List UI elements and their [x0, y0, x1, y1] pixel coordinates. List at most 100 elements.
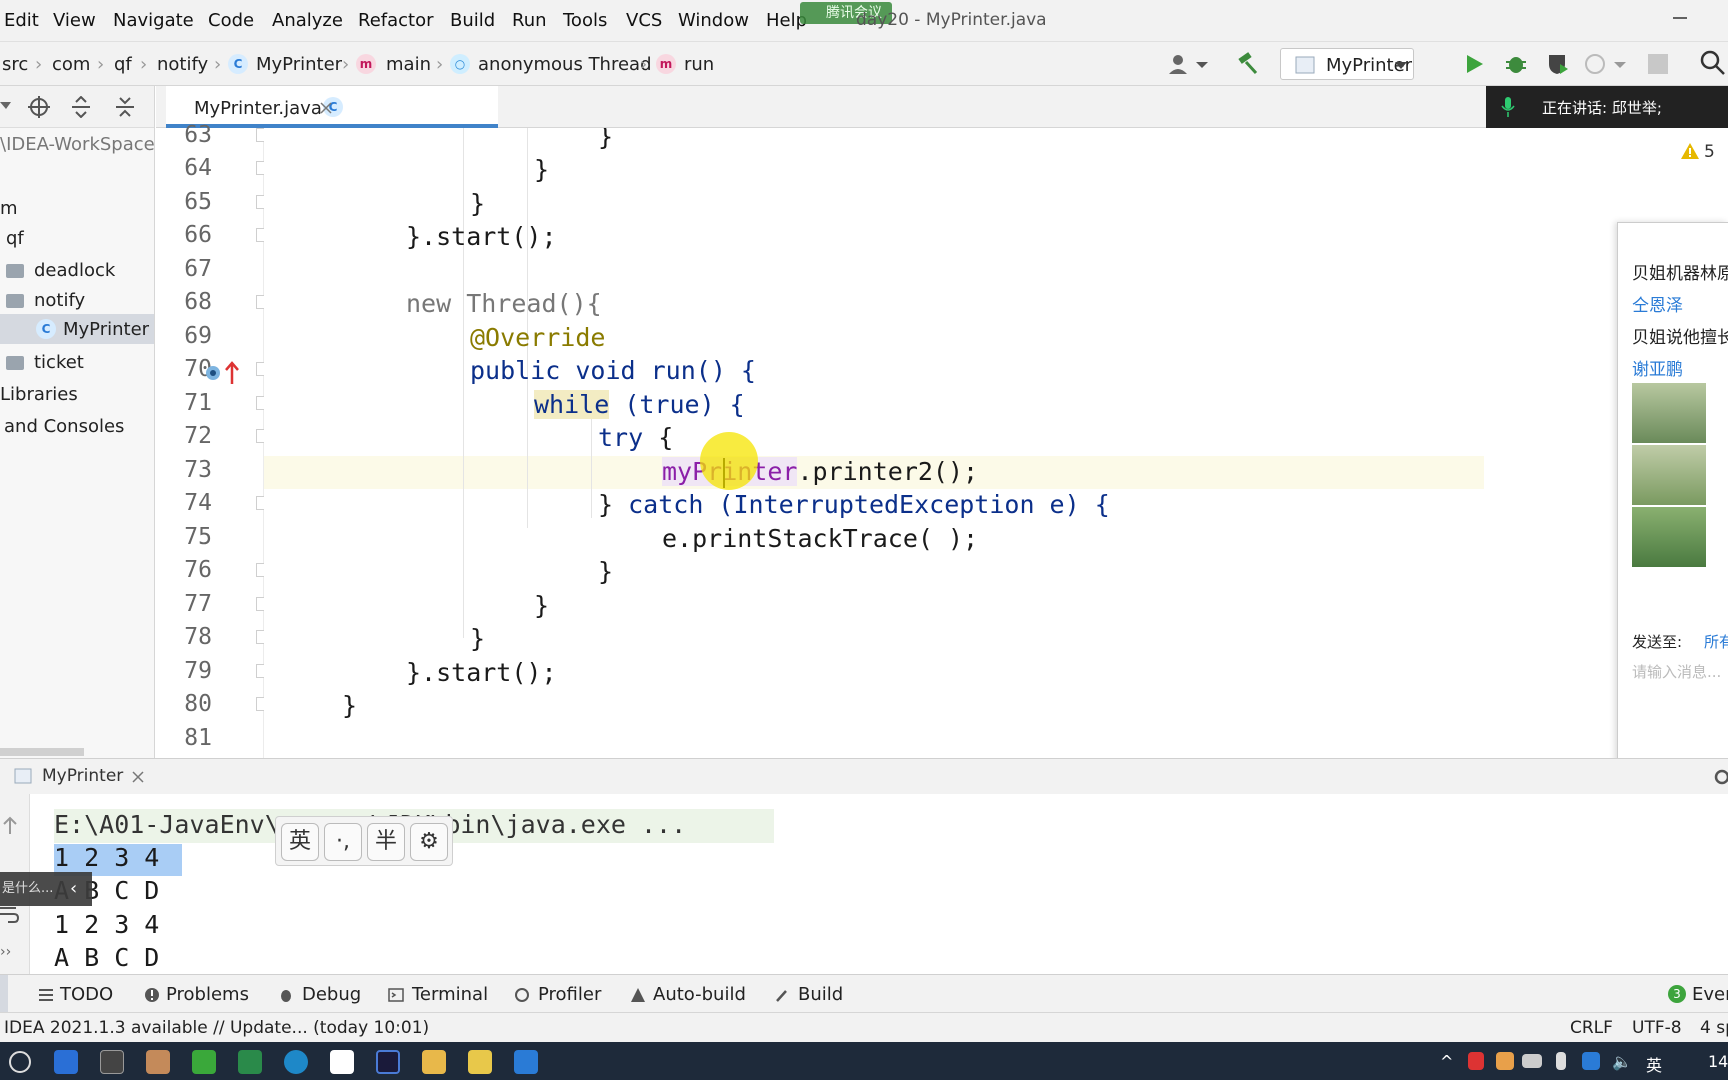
gear-icon[interactable] — [1712, 767, 1728, 787]
minimize-button[interactable] — [1670, 8, 1690, 28]
horizontal-scrollbar[interactable] — [0, 748, 84, 756]
menu-vcs[interactable]: VCS — [626, 10, 662, 31]
taskbar-app-icon[interactable] — [146, 1050, 170, 1074]
breadcrumb-notify[interactable]: notify — [157, 54, 208, 75]
build-hammer-button[interactable] — [1236, 52, 1260, 76]
line-separator-indicator[interactable]: CRLF — [1570, 1018, 1613, 1038]
send-to-select[interactable]: 所有 — [1704, 631, 1728, 652]
tree-item-ticket[interactable]: ticket — [34, 352, 84, 373]
taskbar-app-icon[interactable] — [468, 1050, 492, 1074]
tool-tab-terminal[interactable]: Terminal — [412, 984, 488, 1005]
close-icon[interactable] — [320, 102, 332, 114]
input-language-indicator[interactable]: 英 — [1646, 1052, 1662, 1076]
stop-button[interactable] — [1648, 54, 1668, 74]
tray-icon[interactable] — [1496, 1052, 1514, 1070]
tool-tab-profiler[interactable]: Profiler — [538, 984, 601, 1005]
tool-tab-run-active[interactable] — [0, 975, 8, 1013]
meeting-app-icon[interactable] — [514, 1050, 538, 1074]
run-configuration-select[interactable]: MyPrinter — [1280, 48, 1414, 80]
status-message[interactable]: IDEA 2021.1.3 available // Update... (to… — [4, 1018, 429, 1038]
encoding-indicator[interactable]: UTF-8 — [1632, 1018, 1682, 1038]
start-icon[interactable] — [8, 1050, 32, 1074]
breadcrumb-src[interactable]: src — [2, 54, 28, 75]
run-tab-myprinter[interactable]: MyPrinter — [42, 766, 123, 786]
code-editor[interactable]: } } } }.start(); new Thread(){ @Override… — [264, 128, 1484, 758]
breadcrumb-main[interactable]: main — [386, 54, 431, 75]
breadcrumb-anonymous-thread[interactable]: anonymous Thread — [478, 54, 652, 75]
tool-tab-event-log[interactable]: Event — [1692, 984, 1728, 1005]
tree-item-selected-row[interactable]: C MyPrinter — [0, 314, 154, 344]
floating-hint[interactable]: 是什么... ‹ — [0, 872, 92, 906]
tool-tab-todo[interactable]: TODO — [60, 984, 113, 1005]
tray-icon[interactable] — [1582, 1052, 1600, 1070]
breadcrumb-myprinter[interactable]: MyPrinter — [256, 54, 342, 75]
menu-edit[interactable]: Edit — [4, 10, 39, 31]
file-explorer-icon[interactable] — [422, 1050, 446, 1074]
menu-window[interactable]: Window — [678, 10, 749, 31]
tool-tab-debug[interactable]: Debug — [302, 984, 361, 1005]
close-icon[interactable] — [132, 771, 144, 783]
terminal-app-icon[interactable] — [100, 1050, 124, 1074]
more-icon[interactable]: ›› — [0, 944, 11, 960]
chat-input[interactable]: 请输入消息... — [1632, 661, 1721, 682]
tree-item-workspace[interactable]: \IDEA-WorkSpace\ — [0, 134, 154, 155]
indent-indicator[interactable]: 4 sp — [1700, 1018, 1728, 1038]
search-everywhere-button[interactable] — [1700, 50, 1726, 76]
taskbar-app-icon[interactable] — [192, 1050, 216, 1074]
intellij-app-icon[interactable] — [376, 1050, 400, 1074]
clock[interactable]: 14 — [1708, 1052, 1728, 1071]
battery-icon[interactable] — [1522, 1054, 1542, 1068]
chat-sender[interactable]: 谢亚鹏 — [1632, 355, 1683, 380]
coverage-button[interactable] — [1546, 52, 1570, 76]
breadcrumb-qf[interactable]: qf — [114, 54, 132, 75]
arrow-up-icon[interactable] — [2, 816, 18, 836]
chat-image-thumbnail[interactable] — [1632, 507, 1706, 567]
console-output[interactable]: E:\A01-JavaEnv\ \JDK\bin\java.exe ... 1 … — [0, 794, 1728, 974]
edge-browser-icon[interactable] — [284, 1050, 308, 1074]
menu-code[interactable]: Code — [208, 10, 254, 31]
menu-analyze[interactable]: Analyze — [272, 10, 343, 31]
menu-view[interactable]: View — [53, 10, 96, 31]
tree-item-qf[interactable]: qf — [6, 228, 24, 249]
chat-image-thumbnail[interactable] — [1632, 445, 1706, 505]
menu-navigate[interactable]: Navigate — [113, 10, 194, 31]
tool-tab-build[interactable]: Build — [798, 984, 843, 1005]
menu-refactor[interactable]: Refactor — [358, 10, 434, 31]
breadcrumb-com[interactable]: com — [52, 54, 90, 75]
tree-item-notify[interactable]: notify — [34, 290, 85, 311]
run-button[interactable] — [1462, 52, 1486, 76]
profiler-button[interactable] — [1584, 52, 1628, 76]
locate-icon[interactable] — [28, 96, 50, 118]
tree-item-deadlock[interactable]: deadlock — [34, 260, 115, 281]
tool-tab-problems[interactable]: Problems — [166, 984, 249, 1005]
tree-item-libraries[interactable]: Libraries — [0, 384, 78, 405]
microphone-icon[interactable] — [1556, 1052, 1566, 1070]
override-method-icon[interactable] — [204, 360, 242, 386]
ime-width-button[interactable]: 半 — [367, 823, 405, 861]
ime-language-button[interactable]: 英 — [281, 823, 319, 861]
typora-app-icon[interactable] — [330, 1050, 354, 1074]
ime-settings-button[interactable]: ⚙ — [410, 823, 448, 861]
debug-button[interactable] — [1504, 52, 1528, 76]
tool-tab-auto-build[interactable]: Auto-build — [653, 984, 746, 1005]
breadcrumb-run[interactable]: run — [684, 54, 714, 75]
tree-item-m[interactable]: m — [0, 198, 18, 219]
taskbar-app-icon[interactable] — [238, 1050, 262, 1074]
tree-item-myprinter[interactable]: MyPrinter — [63, 319, 149, 340]
tray-icon[interactable] — [1468, 1052, 1484, 1070]
user-menu-button[interactable] — [1166, 52, 1210, 76]
tree-item-scratches-consoles[interactable]: and Consoles — [4, 416, 124, 437]
warning-icon[interactable] — [1680, 142, 1700, 160]
collapse-all-icon[interactable] — [114, 96, 136, 118]
chat-image-thumbnail[interactable] — [1632, 383, 1706, 443]
chevron-down-icon[interactable] — [0, 100, 12, 112]
volume-icon[interactable]: 🔈 — [1612, 1052, 1632, 1071]
chevron-up-icon[interactable]: ^ — [1440, 1052, 1453, 1071]
menu-build[interactable]: Build — [450, 10, 495, 31]
soft-wrap-icon[interactable] — [0, 904, 20, 924]
menu-tools[interactable]: Tools — [563, 10, 607, 31]
taskbar-app-icon[interactable] — [54, 1050, 78, 1074]
ime-punctuation-button[interactable]: ·, — [324, 823, 362, 861]
menu-run[interactable]: Run — [512, 10, 547, 31]
expand-all-icon[interactable] — [70, 96, 92, 118]
